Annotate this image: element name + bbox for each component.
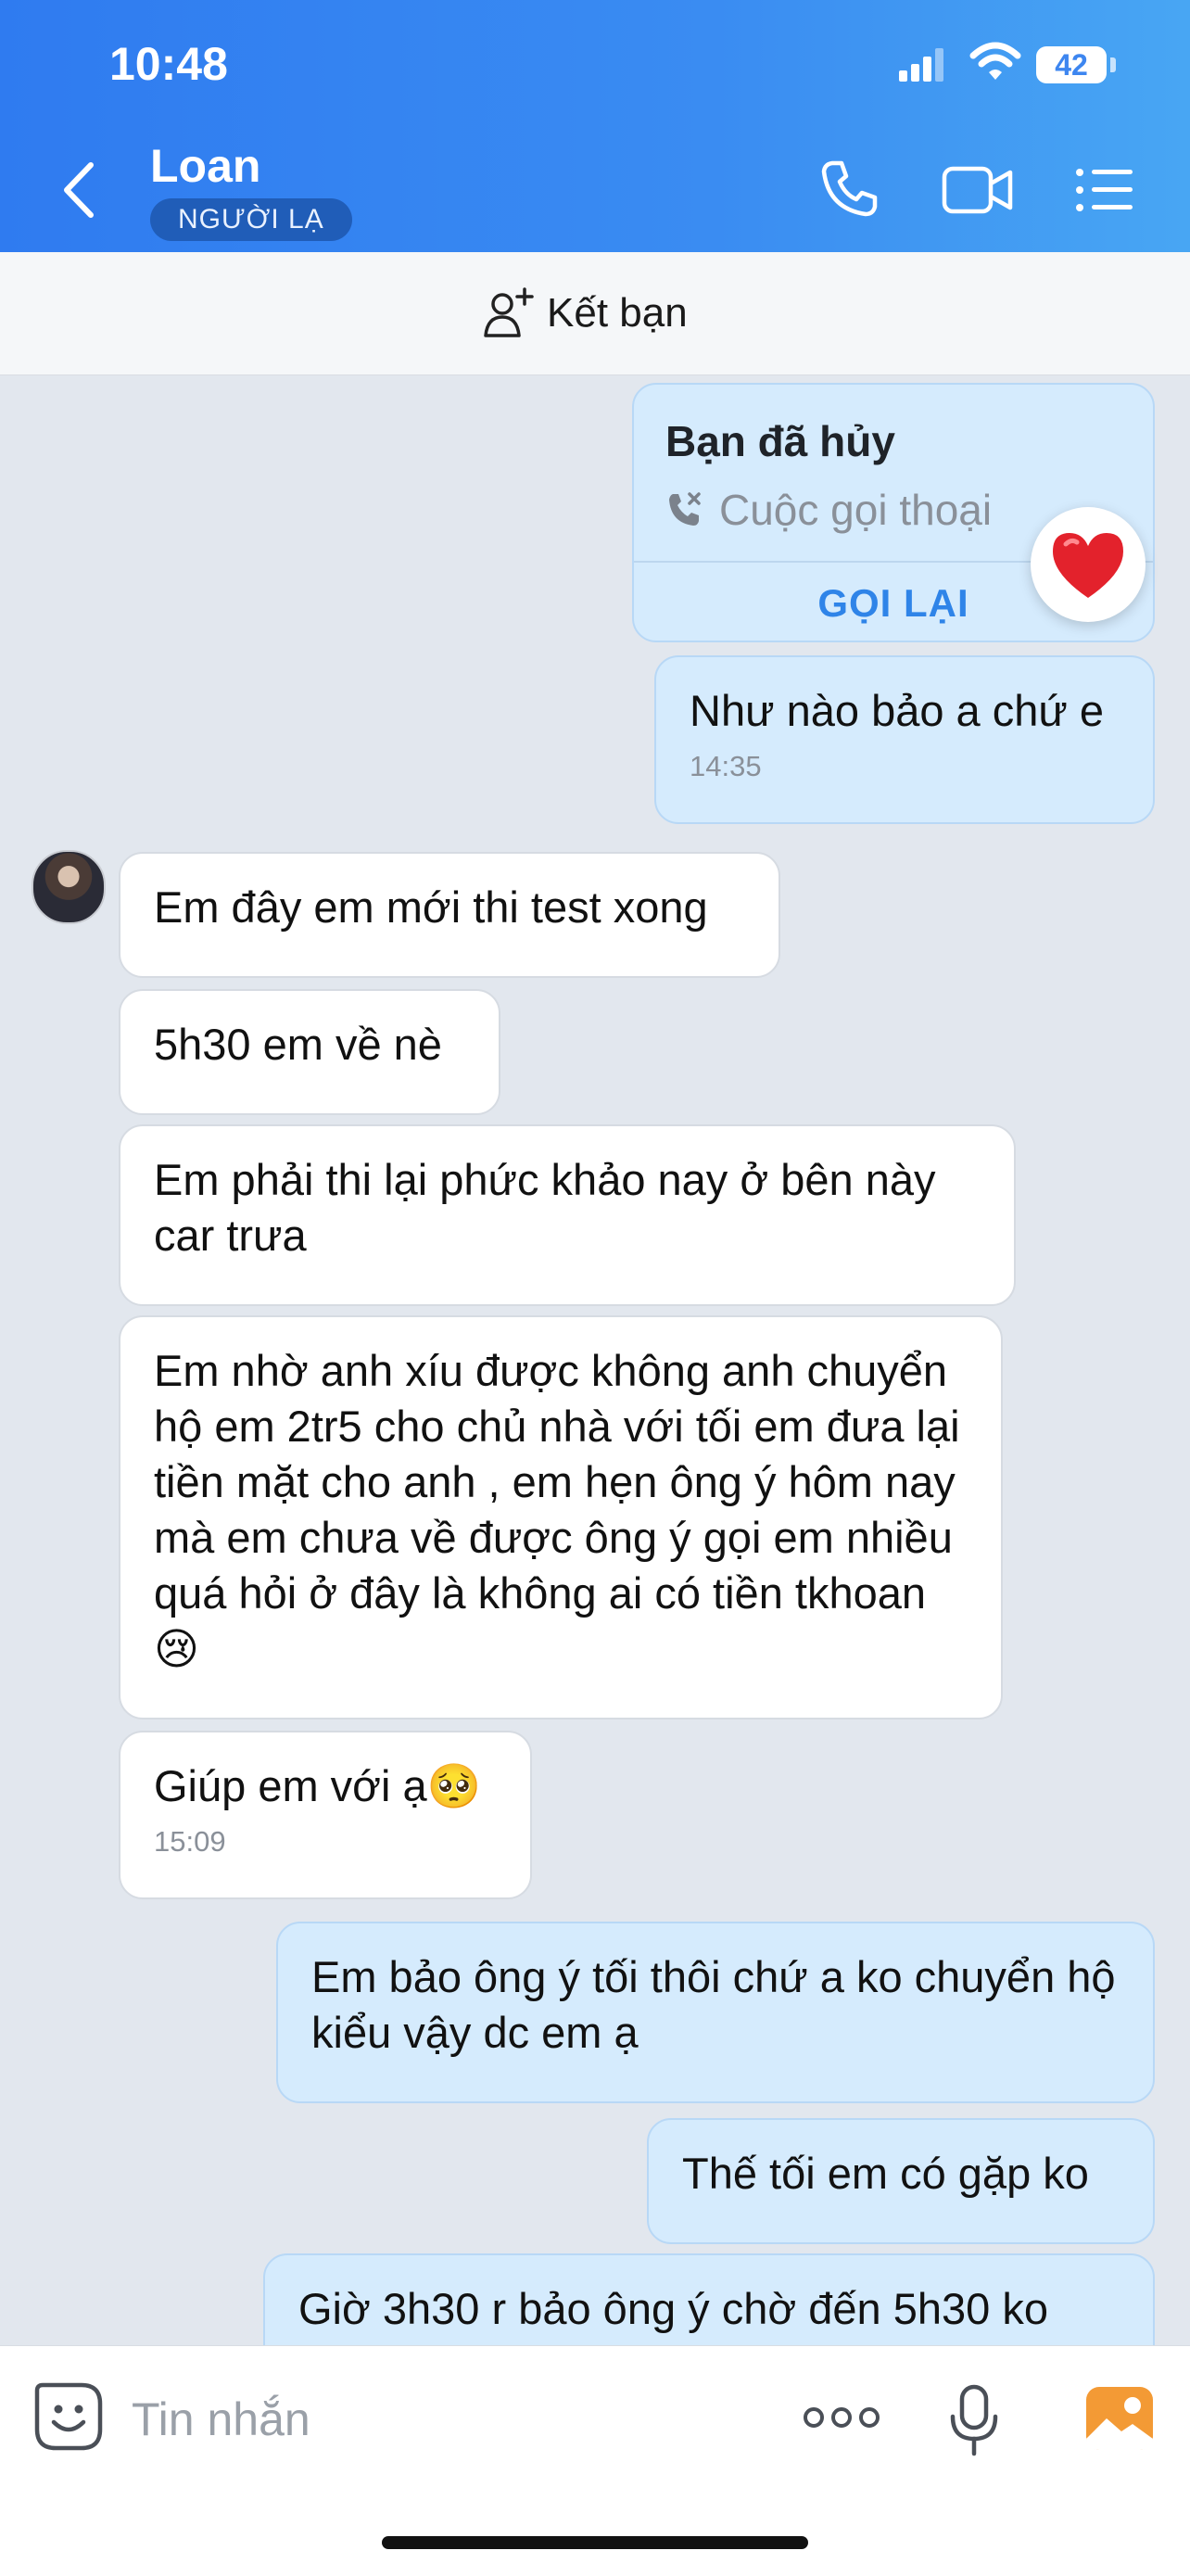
message-bubble-incoming[interactable]: Giúp em với ạ🥺 15:09: [119, 1731, 532, 1899]
stranger-badge: NGƯỜI LẠ: [150, 198, 352, 241]
message-bubble-incoming[interactable]: Em đây em mới thi test xong: [119, 852, 780, 978]
battery-indicator: 42: [1036, 46, 1107, 83]
battery-tip: [1110, 57, 1116, 72]
message-text: Em nhờ anh xíu được không anh chuyển hộ …: [154, 1346, 960, 1673]
microphone-icon[interactable]: [947, 2383, 1001, 2457]
contact-name[interactable]: Loan: [150, 139, 260, 193]
message-time: 15:09: [154, 1825, 226, 1858]
call-card-title: Bạn đã hủy: [665, 417, 895, 465]
voice-call-icon[interactable]: [819, 158, 880, 219]
message-time: 14:35: [690, 750, 762, 782]
heart-reaction-button[interactable]: [1031, 507, 1146, 622]
contact-avatar[interactable]: [32, 850, 106, 924]
back-button[interactable]: [56, 158, 102, 222]
chat-messages[interactable]: Bạn đã hủy Cuộc gọi thoại GỌI LẠI Như nà…: [0, 375, 1190, 2345]
chat-header: 10:48 42 Loan NGƯỜI LẠ: [0, 0, 1190, 252]
message-bubble-outgoing[interactable]: Thế tối em có gặp ko: [647, 2118, 1155, 2244]
message-text: Thế tối em có gặp ko: [682, 2149, 1089, 2198]
add-friend-label: Kết bạn: [547, 290, 688, 336]
message-text: Em phải thi lại phức khảo nay ở bên này …: [154, 1155, 936, 1260]
photo-gallery-icon[interactable]: [1084, 2383, 1155, 2454]
message-bubble-outgoing[interactable]: Em bảo ông ý tối thôi chứ a ko chuyển hộ…: [276, 1922, 1155, 2103]
message-bubble-outgoing[interactable]: Như nào bảo a chứ e 14:35: [654, 655, 1155, 824]
more-options-icon[interactable]: [803, 2404, 880, 2431]
message-input[interactable]: [130, 2383, 652, 2455]
sticker-icon[interactable]: [33, 2381, 104, 2452]
call-card-subtitle: Cuộc gọi thoại: [665, 485, 992, 535]
status-time: 10:48: [109, 38, 228, 90]
message-text: Như nào bảo a chứ e: [690, 686, 1105, 735]
cellular-signal-icon: [899, 48, 945, 82]
add-friend-bar: Kết bạn: [0, 252, 1190, 375]
add-friend-button[interactable]: Kết bạn: [482, 284, 688, 343]
message-bubble-incoming[interactable]: 5h30 em về nè: [119, 989, 500, 1115]
message-text: 5h30 em về nè: [154, 1020, 442, 1069]
message-text: Em đây em mới thi test xong: [154, 882, 708, 932]
message-bubble-incoming[interactable]: Em nhờ anh xíu được không anh chuyển hộ …: [119, 1315, 1003, 1719]
home-indicator: [382, 2536, 808, 2549]
video-call-icon[interactable]: [942, 165, 1014, 215]
missed-call-icon: [669, 492, 701, 526]
call-card-subtitle-text: Cuộc gọi thoại: [719, 486, 993, 534]
heart-icon: [1053, 533, 1123, 598]
add-user-icon: [484, 287, 534, 337]
message-bubble-incoming[interactable]: Em phải thi lại phức khảo nay ở bên này …: [119, 1124, 1016, 1306]
wifi-icon: [969, 42, 1021, 80]
message-text: Giúp em với ạ🥺: [154, 1761, 482, 1810]
menu-list-icon[interactable]: [1075, 167, 1134, 213]
message-bubble-outgoing[interactable]: Giờ 3h30 r bảo ông ý chờ đến 5h30 ko: [263, 2253, 1155, 2345]
message-text: Em bảo ông ý tối thôi chứ a ko chuyển hộ…: [311, 1952, 1116, 2057]
message-text: Giờ 3h30 r bảo ông ý chờ đến 5h30 ko: [298, 2284, 1048, 2333]
